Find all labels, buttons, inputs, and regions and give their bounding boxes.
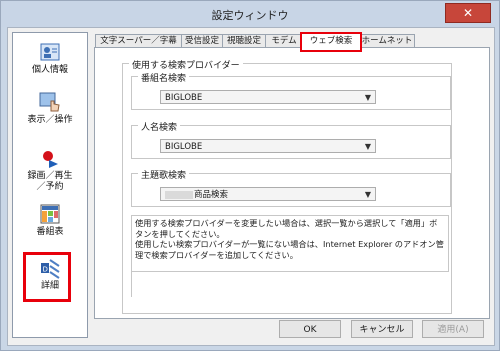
- divider: [131, 272, 132, 297]
- window-client: 個人情報 表示／操作 録画／再生 ／予約 番組表 D 詳細 文字スーパー／字幕 …: [7, 27, 495, 346]
- song-search-label: 主題歌検索: [138, 168, 190, 181]
- sidebar-item-label: 番組表: [36, 227, 64, 237]
- song-search-value: 商品検索: [194, 190, 229, 200]
- close-button[interactable]: ✕: [445, 3, 491, 23]
- apply-button[interactable]: 適用(A): [422, 320, 484, 338]
- selected-item-highlight: [23, 252, 71, 302]
- program-search-label: 番組名検索: [138, 71, 190, 84]
- program-search-value: BIGLOBE: [165, 93, 203, 103]
- record-play-icon: [39, 147, 61, 169]
- person-search-select[interactable]: BIGLOBE ▼: [160, 139, 376, 153]
- category-sidebar: 個人情報 表示／操作 録画／再生 ／予約 番組表 D 詳細: [12, 32, 88, 338]
- tab-viewing[interactable]: 視聴設定: [222, 34, 266, 48]
- sidebar-item-record[interactable]: 録画／再生 ／予約: [13, 147, 87, 193]
- hand-cursor-icon: [39, 91, 61, 113]
- sidebar-item-label: 個人情報: [31, 65, 68, 75]
- person-search-label: 人名検索: [138, 120, 181, 133]
- chevron-down-icon: ▼: [364, 93, 371, 102]
- tab-web-search[interactable]: ウェブ検索: [300, 32, 362, 52]
- program-grid-icon: [39, 203, 61, 225]
- song-search-box: 主題歌検索 商品検索 ▼: [131, 168, 451, 207]
- program-search-box: 番組名検索 BIGLOBE ▼: [131, 71, 451, 110]
- tab-captions[interactable]: 文字スーパー／字幕: [95, 34, 182, 48]
- person-search-box: 人名検索 BIGLOBE ▼: [131, 120, 451, 159]
- redacted-provider-name: [165, 190, 193, 199]
- person-search-value: BIGLOBE: [165, 142, 203, 152]
- title-bar: 設定ウィンドウ ✕: [1, 1, 499, 27]
- chevron-down-icon: ▼: [364, 190, 371, 199]
- tab-reception[interactable]: 受信設定: [181, 34, 223, 48]
- sidebar-item-label: 表示／操作: [27, 115, 73, 125]
- window-title: 設定ウィンドウ: [211, 9, 289, 22]
- ok-button[interactable]: OK: [279, 320, 341, 338]
- sidebar-item-profile[interactable]: 個人情報: [13, 41, 87, 76]
- sidebar-item-label: 録画／再生 ／予約: [27, 171, 73, 192]
- cancel-button[interactable]: キャンセル: [351, 320, 413, 338]
- group-title: 使用する検索プロバイダー: [129, 58, 243, 71]
- sidebar-item-guide[interactable]: 番組表: [13, 203, 87, 238]
- chevron-down-icon: ▼: [364, 142, 371, 151]
- program-search-select[interactable]: BIGLOBE ▼: [160, 90, 376, 104]
- web-search-panel: 使用する検索プロバイダー 番組名検索 BIGLOBE ▼ 人名検索 BIGLOB…: [94, 47, 490, 319]
- search-provider-group: 使用する検索プロバイダー 番組名検索 BIGLOBE ▼ 人名検索 BIGLOB…: [122, 58, 452, 314]
- person-card-icon: [39, 41, 61, 63]
- sidebar-item-display[interactable]: 表示／操作: [13, 91, 87, 126]
- info-text: 使用する検索プロバイダーを変更したい場合は、選択一覧から選択して「適用」ボタンを…: [131, 215, 449, 272]
- song-search-select[interactable]: 商品検索 ▼: [160, 187, 376, 201]
- tab-modem[interactable]: モデム: [265, 34, 303, 48]
- tab-home-network[interactable]: ホームネット: [359, 34, 415, 48]
- settings-window: 設定ウィンドウ ✕ 個人情報 表示／操作 録画／再生 ／予約 番組表 D 詳細 …: [0, 0, 500, 351]
